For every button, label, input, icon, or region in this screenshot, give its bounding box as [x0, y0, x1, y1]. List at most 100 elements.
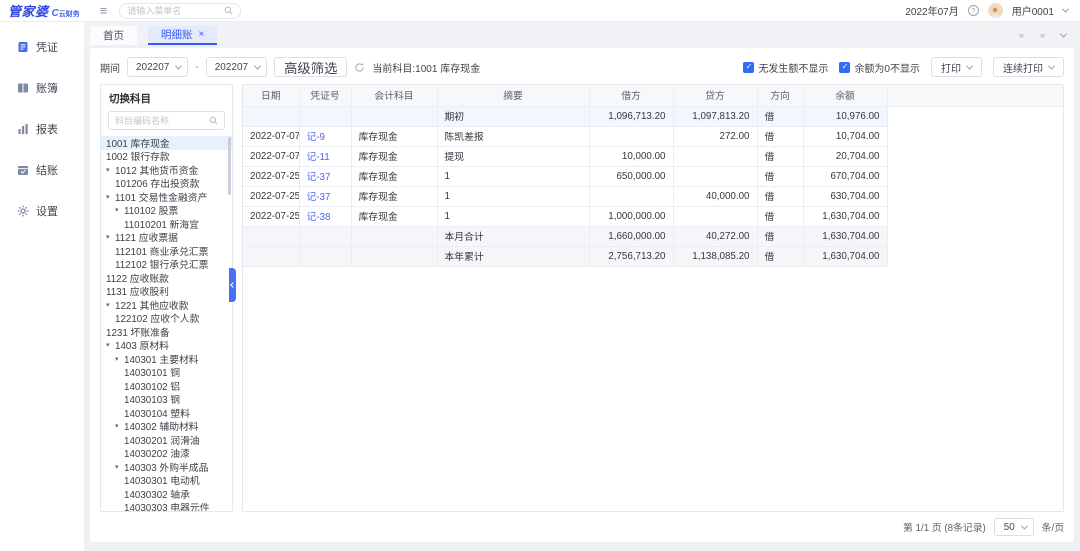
- voucher-link[interactable]: 记-37: [307, 172, 331, 183]
- sidebar-item-closing[interactable]: 结账: [0, 163, 84, 177]
- tree-scrollbar[interactable]: [228, 137, 231, 195]
- sidebar-item-voucher[interactable]: 凭证: [0, 40, 84, 54]
- print-button[interactable]: 打印: [931, 57, 982, 77]
- tree-item-label: 1001 库存现金: [106, 136, 170, 150]
- cell-credit: 1,138,085.20: [673, 246, 757, 266]
- tree-item[interactable]: ▾1012 其他货币资金: [101, 163, 232, 177]
- cell-balance: 630,704.00: [803, 186, 887, 206]
- tab-home[interactable]: 首页: [90, 26, 137, 45]
- brand-sub: 云财务: [59, 9, 80, 19]
- tree-item[interactable]: 14030301 电动机: [101, 474, 232, 488]
- tree-item[interactable]: ▾1101 交易性金融资产: [101, 190, 232, 204]
- tree-item[interactable]: ▾1121 应收票据: [101, 231, 232, 245]
- menu-search[interactable]: [119, 3, 241, 19]
- next-tabs-icon[interactable]: »: [1040, 30, 1045, 40]
- advanced-filter-button[interactable]: 高级筛选: [274, 57, 347, 77]
- tree-item[interactable]: 14030302 轴承: [101, 487, 232, 501]
- tab-detail-ledger[interactable]: 明细账×: [148, 26, 217, 45]
- tree-item[interactable]: 14030104 塑料: [101, 406, 232, 420]
- cell-direction: 借: [757, 226, 803, 246]
- tree-item[interactable]: 1001 库存现金: [101, 136, 232, 150]
- tree-expand-icon[interactable]: ▾: [115, 422, 124, 430]
- sidebar-item-ledger[interactable]: 账簿: [0, 81, 84, 95]
- menu-search-input[interactable]: [127, 6, 224, 16]
- prev-tabs-icon[interactable]: «: [1019, 30, 1024, 40]
- voucher-link[interactable]: 记-37: [307, 192, 331, 203]
- cell-balance: 1,630,704.00: [803, 246, 887, 266]
- tree-item-label: 14030202 油漆: [124, 446, 190, 460]
- tree-item[interactable]: 122102 应收个人款: [101, 312, 232, 326]
- checkbox-hide-zero-balance[interactable]: ✓余额为0不显示: [839, 60, 920, 75]
- tree-item[interactable]: 14030201 润滑油: [101, 433, 232, 447]
- cell-filler: [887, 206, 1063, 226]
- tree-expand-icon[interactable]: ▾: [106, 233, 115, 241]
- account-tree: 1001 库存现金1002 银行存款▾1012 其他货币资金101206 存出投…: [101, 136, 232, 511]
- close-tab-icon[interactable]: ×: [199, 30, 205, 40]
- cell-date: 2022-07-25: [243, 206, 299, 226]
- tree-expand-icon[interactable]: ▾: [115, 206, 124, 214]
- tree-item-label: 14030302 轴承: [124, 487, 190, 501]
- table-row: 2022-07-25记-37库存现金140,000.00借630,704.00: [243, 186, 1063, 206]
- checkbox-hide-no-activity[interactable]: ✓无发生额不显示: [743, 60, 828, 75]
- tree-item[interactable]: ▾140301 主要材料: [101, 352, 232, 366]
- voucher-link[interactable]: 记-11: [307, 152, 330, 163]
- print-continuous-button[interactable]: 连续打印: [993, 57, 1064, 77]
- range-separator: -: [195, 62, 198, 73]
- tree-item[interactable]: 112102 银行承兑汇票: [101, 258, 232, 272]
- tree-expand-icon[interactable]: ▾: [106, 341, 115, 349]
- tree-expand-icon[interactable]: ▾: [115, 355, 124, 363]
- username[interactable]: 用户0001: [1012, 3, 1054, 18]
- avatar[interactable]: [988, 3, 1003, 18]
- account-search-input[interactable]: [115, 116, 209, 126]
- tree-item[interactable]: 101206 存出投资款: [101, 177, 232, 191]
- cell-balance: 20,704.00: [803, 146, 887, 166]
- tree-item[interactable]: 11010201 新海宜: [101, 217, 232, 231]
- tree-item[interactable]: 1131 应收股利: [101, 285, 232, 299]
- period-from-select[interactable]: 202207: [127, 57, 188, 77]
- tree-item[interactable]: ▾1403 原材料: [101, 339, 232, 353]
- tree-item[interactable]: ▾140302 辅助材料: [101, 420, 232, 434]
- help-icon[interactable]: ?: [968, 5, 979, 16]
- tree-item[interactable]: ▾1221 其他应收款: [101, 298, 232, 312]
- tree-item[interactable]: ▾140303 外购半成品: [101, 460, 232, 474]
- checkbox-label: 余额为0不显示: [854, 60, 920, 75]
- column-header: 会计科目: [351, 85, 437, 106]
- tree-item-label: 1122 应收账款: [106, 271, 169, 285]
- table-row: 本年累计2,756,713.201,138,085.20借1,630,704.0…: [243, 246, 1063, 266]
- sidebar-item-report[interactable]: 报表: [0, 122, 84, 136]
- toolbar: 期间 202207 - 202207 高级筛选 当前科目:1001 库存现金: [100, 55, 1064, 79]
- tree-expand-icon[interactable]: ▾: [106, 193, 115, 201]
- cell-date: [243, 226, 299, 246]
- cell-debit: [589, 186, 673, 206]
- user-menu-chevron-icon[interactable]: [1062, 6, 1069, 13]
- tree-item[interactable]: 14030303 电器元件: [101, 501, 232, 512]
- tree-item[interactable]: 14030202 油漆: [101, 447, 232, 461]
- page-size-select[interactable]: 50: [994, 518, 1034, 536]
- tree-item-label: 1002 银行存款: [106, 149, 170, 163]
- refresh-icon[interactable]: [354, 62, 365, 73]
- tree-item[interactable]: 1122 应收账款: [101, 271, 232, 285]
- menu-toggle-icon[interactable]: ≡: [100, 4, 108, 17]
- tree-item[interactable]: 14030103 钢: [101, 393, 232, 407]
- tree-item[interactable]: 14030101 铜: [101, 366, 232, 380]
- tabs-menu-chevron-icon[interactable]: [1060, 30, 1067, 37]
- tree-expand-icon[interactable]: ▾: [106, 166, 115, 174]
- tree-item[interactable]: 112101 商业承兑汇票: [101, 244, 232, 258]
- tree-item[interactable]: 14030102 铝: [101, 379, 232, 393]
- account-search[interactable]: [108, 111, 225, 130]
- tree-item[interactable]: ▾110102 股票: [101, 204, 232, 218]
- tree-item[interactable]: 1231 坏账准备: [101, 325, 232, 339]
- cell-debit: 1,660,000.00: [589, 226, 673, 246]
- period-to-select[interactable]: 202207: [206, 57, 267, 77]
- cell-voucher: 记-38: [299, 206, 351, 226]
- sidebar-item-settings[interactable]: 设置: [0, 204, 84, 218]
- tree-expand-icon[interactable]: ▾: [115, 463, 124, 471]
- tree-collapse-handle[interactable]: [229, 268, 236, 302]
- tab-label: 首页: [103, 28, 124, 43]
- tree-expand-icon[interactable]: ▾: [106, 301, 115, 309]
- cell-filler: [887, 146, 1063, 166]
- voucher-link[interactable]: 记-38: [307, 212, 331, 223]
- voucher-link[interactable]: 记-9: [307, 132, 326, 143]
- tree-item[interactable]: 1002 银行存款: [101, 150, 232, 164]
- account-tree-panel: 切换科目 1001 库存现金1002 银行存款▾1012 其他货币资金10120…: [100, 84, 233, 512]
